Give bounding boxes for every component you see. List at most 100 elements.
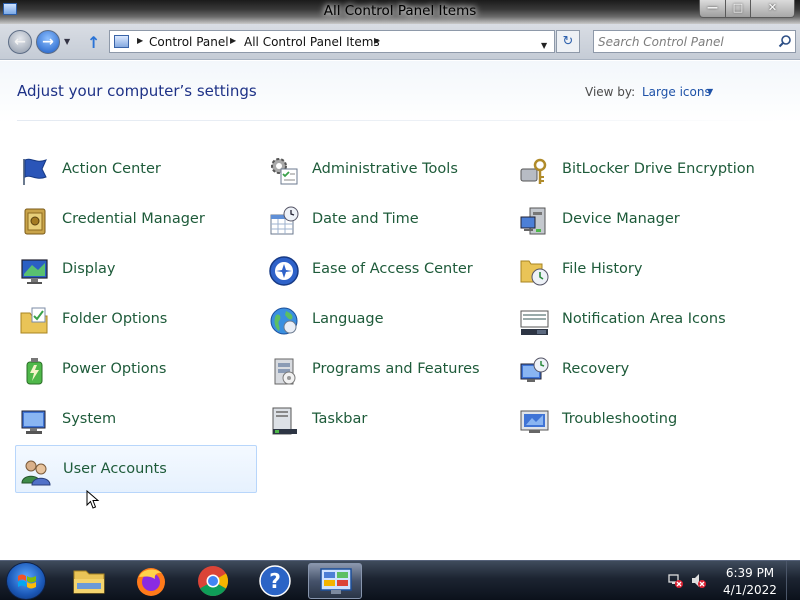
window-title: All Control Panel Items bbox=[323, 3, 477, 19]
address-dropdown-icon[interactable]: ▼ bbox=[541, 41, 547, 50]
taskbar-file-explorer[interactable] bbox=[62, 563, 116, 599]
item-troubleshooting[interactable]: Troubleshooting bbox=[515, 396, 757, 444]
item-label: Device Manager bbox=[562, 211, 680, 227]
content-area: Adjust your computer’s settings View by:… bbox=[0, 61, 800, 560]
breadcrumb-control-panel[interactable]: Control Panel bbox=[149, 35, 229, 49]
item-label: Taskbar bbox=[312, 411, 368, 427]
item-label: Ease of Access Center bbox=[312, 261, 473, 277]
title-bar[interactable]: All Control Panel Items — □ ✕ bbox=[0, 0, 800, 24]
svg-text:?: ? bbox=[269, 569, 281, 593]
help-icon: ? bbox=[259, 565, 291, 597]
item-label: Notification Area Icons bbox=[562, 311, 726, 327]
back-arrow-icon: ← bbox=[14, 34, 26, 50]
firefox-icon bbox=[137, 568, 165, 596]
taskbar-icon bbox=[272, 407, 297, 435]
item-language[interactable]: Language bbox=[265, 296, 507, 344]
item-label: BitLocker Drive Encryption bbox=[562, 161, 755, 177]
item-label: Display bbox=[62, 261, 116, 277]
mouse-cursor-icon bbox=[86, 490, 100, 509]
minimize-button[interactable]: — bbox=[699, 0, 726, 18]
breadcrumb-chevron-icon[interactable]: ▶ bbox=[374, 36, 380, 45]
credential-vault-icon bbox=[24, 208, 46, 235]
item-taskbar[interactable]: Taskbar bbox=[265, 396, 507, 444]
taskbar-firefox[interactable] bbox=[124, 563, 178, 599]
search-box[interactable] bbox=[593, 30, 796, 53]
divider bbox=[17, 120, 782, 121]
clock-date[interactable]: 4/1/2022 bbox=[720, 583, 780, 597]
view-by-dropdown[interactable]: Large icons bbox=[642, 85, 711, 99]
file-explorer-icon bbox=[73, 570, 105, 594]
control-panel-icon bbox=[114, 35, 129, 48]
item-administrative-tools[interactable]: Administrative Tools bbox=[265, 146, 507, 194]
maximize-icon: □ bbox=[732, 1, 744, 14]
item-notification-area-icons[interactable]: Notification Area Icons bbox=[515, 296, 757, 344]
item-label: Date and Time bbox=[312, 211, 419, 227]
item-label: Troubleshooting bbox=[562, 411, 678, 427]
item-label: File History bbox=[562, 261, 643, 277]
item-label: Administrative Tools bbox=[312, 161, 458, 177]
search-input[interactable] bbox=[598, 33, 773, 50]
item-programs-and-features[interactable]: Programs and Features bbox=[265, 346, 507, 394]
item-label: Action Center bbox=[62, 161, 161, 177]
breadcrumb-chevron-icon[interactable]: ▶ bbox=[137, 36, 143, 45]
item-label: Credential Manager bbox=[62, 211, 205, 227]
windows-logo-icon bbox=[18, 574, 36, 589]
item-power-options[interactable]: Power Options bbox=[15, 346, 257, 394]
address-bar[interactable]: ▶ Control Panel ▶ All Control Panel Item… bbox=[109, 30, 555, 53]
taskbar-control-panel[interactable] bbox=[308, 563, 362, 599]
item-credential-manager[interactable]: Credential Manager bbox=[15, 196, 257, 244]
power-options-icon bbox=[26, 358, 43, 385]
taskbar-chrome[interactable] bbox=[186, 563, 240, 599]
item-system[interactable]: System bbox=[15, 396, 257, 444]
chevron-down-icon[interactable]: ▼ bbox=[707, 87, 713, 96]
back-button[interactable]: ← bbox=[8, 30, 32, 54]
network-icon[interactable] bbox=[667, 572, 684, 589]
item-ease-of-access[interactable]: Ease of Access Center bbox=[265, 246, 507, 294]
forward-arrow-icon: → bbox=[42, 34, 54, 50]
item-action-center[interactable]: Action Center bbox=[15, 146, 257, 194]
close-button[interactable]: ✕ bbox=[750, 0, 795, 18]
item-date-and-time[interactable]: Date and Time bbox=[265, 196, 507, 244]
close-icon: ✕ bbox=[767, 1, 778, 14]
item-file-history[interactable]: File History bbox=[515, 246, 757, 294]
start-button[interactable] bbox=[6, 562, 46, 600]
recent-pages-dropdown-icon[interactable]: ▼ bbox=[64, 37, 70, 46]
recovery-icon bbox=[520, 357, 549, 382]
system-icon bbox=[21, 410, 46, 434]
volume-muted-icon[interactable] bbox=[690, 572, 707, 589]
show-desktop-button[interactable] bbox=[786, 561, 800, 600]
forward-button[interactable]: → bbox=[36, 30, 60, 54]
refresh-button[interactable]: ↻ bbox=[556, 30, 580, 53]
item-label: Recovery bbox=[562, 361, 630, 377]
view-by-label: View by: bbox=[585, 85, 636, 99]
navigation-bar: ← → ▼ ↑ ▶ Control Panel ▶ All Control Pa… bbox=[0, 24, 800, 60]
administrative-tools-icon bbox=[271, 158, 298, 185]
breadcrumb-chevron-icon[interactable]: ▶ bbox=[230, 36, 236, 45]
programs-features-icon bbox=[274, 358, 296, 385]
taskbar-help[interactable]: ? bbox=[248, 563, 302, 599]
item-device-manager[interactable]: Device Manager bbox=[515, 196, 757, 244]
search-icon[interactable] bbox=[778, 34, 792, 48]
taskbar: ? 6:39 PM 4/1/2022 bbox=[0, 560, 800, 600]
item-label: System bbox=[62, 411, 117, 427]
item-label: Language bbox=[312, 311, 384, 327]
item-bitlocker[interactable]: BitLocker Drive Encryption bbox=[515, 146, 757, 194]
user-accounts-icon bbox=[21, 460, 51, 486]
item-display[interactable]: Display bbox=[15, 246, 257, 294]
item-label: User Accounts bbox=[63, 461, 167, 477]
up-arrow-icon[interactable]: ↑ bbox=[87, 33, 100, 52]
maximize-button[interactable]: □ bbox=[725, 0, 751, 18]
display-monitor-icon bbox=[21, 259, 48, 284]
item-folder-options[interactable]: Folder Options bbox=[15, 296, 257, 344]
clock-time[interactable]: 6:39 PM bbox=[720, 566, 780, 580]
item-user-accounts[interactable]: User Accounts bbox=[15, 445, 257, 493]
file-history-icon bbox=[520, 260, 549, 286]
item-recovery[interactable]: Recovery bbox=[515, 346, 757, 394]
control-panel-icon bbox=[320, 568, 352, 594]
notification-area-icon bbox=[520, 310, 549, 335]
breadcrumb-all-items[interactable]: All Control Panel Items bbox=[244, 35, 380, 49]
action-center-flag-icon bbox=[23, 158, 47, 185]
folder-options-icon bbox=[20, 307, 48, 334]
language-globe-icon bbox=[270, 307, 298, 335]
chrome-icon bbox=[198, 566, 229, 597]
